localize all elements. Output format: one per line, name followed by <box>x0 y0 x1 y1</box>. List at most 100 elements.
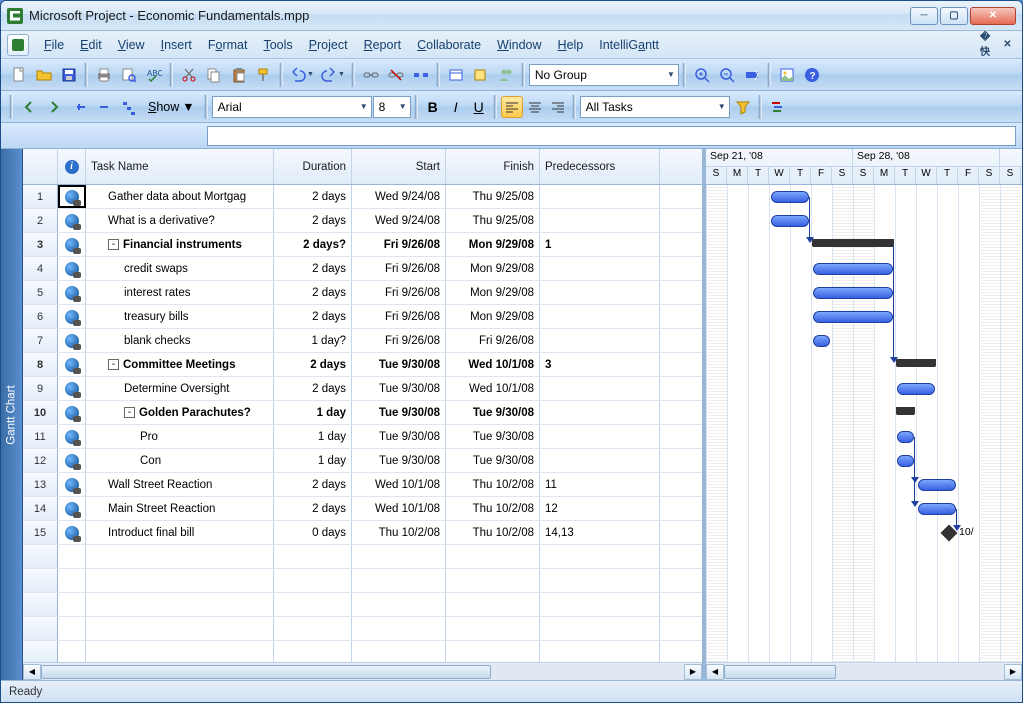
autofilter-button[interactable] <box>731 95 755 119</box>
align-center-button[interactable] <box>524 96 546 118</box>
row-number[interactable]: 14 <box>23 497 58 520</box>
row-number[interactable]: 15 <box>23 521 58 544</box>
align-left-button[interactable] <box>501 96 523 118</box>
copy-button[interactable] <box>202 63 226 87</box>
menu-collaborate[interactable]: Collaborate <box>410 35 488 55</box>
link-tasks-button[interactable] <box>359 63 383 87</box>
start-cell[interactable]: Fri 9/26/08 <box>352 257 446 280</box>
duration-cell[interactable]: 2 days? <box>274 233 352 256</box>
predecessors-cell[interactable] <box>540 305 660 328</box>
task-name-cell[interactable]: Pro <box>86 425 274 448</box>
duration-cell[interactable]: 2 days <box>274 281 352 304</box>
predecessors-cell[interactable]: 14,13 <box>540 521 660 544</box>
italic-button[interactable]: I <box>445 96 467 118</box>
duration-cell[interactable]: 2 days <box>274 257 352 280</box>
formula-input[interactable] <box>207 126 1016 146</box>
gantt-summary[interactable] <box>897 407 914 415</box>
scroll-right-button[interactable]: ▶ <box>684 664 702 680</box>
task-name-cell[interactable]: Main Street Reaction <box>86 497 274 520</box>
zoom-out-button[interactable] <box>715 63 739 87</box>
gantt-bar[interactable] <box>897 383 935 395</box>
table-row[interactable] <box>23 641 702 662</box>
indicator-cell[interactable] <box>58 401 86 424</box>
menu-file[interactable]: File <box>37 35 71 55</box>
table-row[interactable]: 8-Committee Meetings2 daysTue 9/30/08Wed… <box>23 353 702 377</box>
menu-report[interactable]: Report <box>357 35 409 55</box>
predecessors-cell[interactable] <box>540 377 660 400</box>
mdi-close-button[interactable]: ✕ <box>999 36 1016 53</box>
duration-cell[interactable]: 2 days <box>274 473 352 496</box>
col-predecessors[interactable]: Predecessors <box>540 149 660 184</box>
indent-button[interactable] <box>92 95 116 119</box>
task-name-cell[interactable]: Con <box>86 449 274 472</box>
task-name-cell[interactable]: blank checks <box>86 329 274 352</box>
indicator-cell[interactable] <box>58 377 86 400</box>
finish-cell[interactable]: Tue 9/30/08 <box>446 401 540 424</box>
finish-cell[interactable]: Mon 9/29/08 <box>446 257 540 280</box>
gantt-bar[interactable] <box>813 311 893 323</box>
menu-window[interactable]: Window <box>490 35 548 55</box>
row-number[interactable]: 2 <box>23 209 58 232</box>
gantt-summary[interactable] <box>813 239 893 247</box>
duration-cell[interactable]: 1 day <box>274 401 352 424</box>
row-number[interactable]: 13 <box>23 473 58 496</box>
predecessors-cell[interactable] <box>540 449 660 472</box>
new-button[interactable] <box>7 63 31 87</box>
undo-button[interactable]: ▼ <box>287 63 317 87</box>
row-number[interactable]: 12 <box>23 449 58 472</box>
indicator-cell[interactable] <box>58 473 86 496</box>
split-task-button[interactable] <box>409 63 433 87</box>
outline-toggle[interactable]: - <box>108 239 119 250</box>
menu-tools[interactable]: Tools <box>256 35 299 55</box>
duration-cell[interactable]: 2 days <box>274 305 352 328</box>
row-number[interactable]: 11 <box>23 425 58 448</box>
menu-help[interactable]: Help <box>551 35 591 55</box>
finish-cell[interactable]: Fri 9/26/08 <box>446 329 540 352</box>
row-number[interactable]: 4 <box>23 257 58 280</box>
print-preview-button[interactable] <box>117 63 141 87</box>
finish-cell[interactable]: Thu 9/25/08 <box>446 185 540 208</box>
table-row[interactable]: 6treasury bills2 daysFri 9/26/08Mon 9/29… <box>23 305 702 329</box>
gantt-bar[interactable] <box>813 287 893 299</box>
table-row[interactable]: 7blank checks1 day?Fri 9/26/08Fri 9/26/0… <box>23 329 702 353</box>
menu-insert[interactable]: Insert <box>154 35 199 55</box>
start-cell[interactable]: Fri 9/26/08 <box>352 329 446 352</box>
gantt-summary[interactable] <box>897 359 935 367</box>
predecessors-cell[interactable] <box>540 185 660 208</box>
task-name-cell[interactable]: -Golden Parachutes? <box>86 401 274 424</box>
font-combo[interactable]: Arial▼ <box>212 96 372 118</box>
finish-cell[interactable]: Thu 10/2/08 <box>446 473 540 496</box>
task-name-cell[interactable]: -Committee Meetings <box>86 353 274 376</box>
gantt-hscroll[interactable]: ◀ ▶ <box>706 662 1022 680</box>
titlebar[interactable]: Microsoft Project - Economic Fundamental… <box>1 1 1022 31</box>
scroll-thumb[interactable] <box>41 665 491 679</box>
task-name-cell[interactable]: credit swaps <box>86 257 274 280</box>
start-cell[interactable]: Tue 9/30/08 <box>352 377 446 400</box>
gantt-bar[interactable] <box>813 263 893 275</box>
minimize-button[interactable]: ─ <box>910 7 938 25</box>
gantt-wizard-button[interactable] <box>766 95 790 119</box>
duration-cell[interactable]: 1 day <box>274 425 352 448</box>
row-number[interactable]: 10 <box>23 401 58 424</box>
duration-cell[interactable]: 2 days <box>274 353 352 376</box>
task-name-cell[interactable]: -Financial instruments <box>86 233 274 256</box>
grid-hscroll[interactable]: ◀ ▶ <box>23 662 702 680</box>
indicator-cell[interactable] <box>58 425 86 448</box>
task-notes-button[interactable] <box>469 63 493 87</box>
table-row[interactable] <box>23 545 702 569</box>
task-name-cell[interactable]: Wall Street Reaction <box>86 473 274 496</box>
finish-cell[interactable]: Thu 9/25/08 <box>446 209 540 232</box>
table-row[interactable] <box>23 593 702 617</box>
duration-cell[interactable]: 0 days <box>274 521 352 544</box>
redo-button[interactable]: ▼ <box>318 63 348 87</box>
table-row[interactable]: 2What is a derivative?2 daysWed 9/24/08T… <box>23 209 702 233</box>
gantt-bar[interactable] <box>897 455 914 467</box>
unlink-tasks-button[interactable] <box>384 63 408 87</box>
indicator-cell[interactable] <box>58 449 86 472</box>
table-row[interactable]: 12Con1 dayTue 9/30/08Tue 9/30/08 <box>23 449 702 473</box>
table-row[interactable] <box>23 617 702 641</box>
table-row[interactable]: 3-Financial instruments2 days?Fri 9/26/0… <box>23 233 702 257</box>
nav-forward-button[interactable] <box>42 95 66 119</box>
scroll-thumb[interactable] <box>724 665 836 679</box>
col-start[interactable]: Start <box>352 149 446 184</box>
